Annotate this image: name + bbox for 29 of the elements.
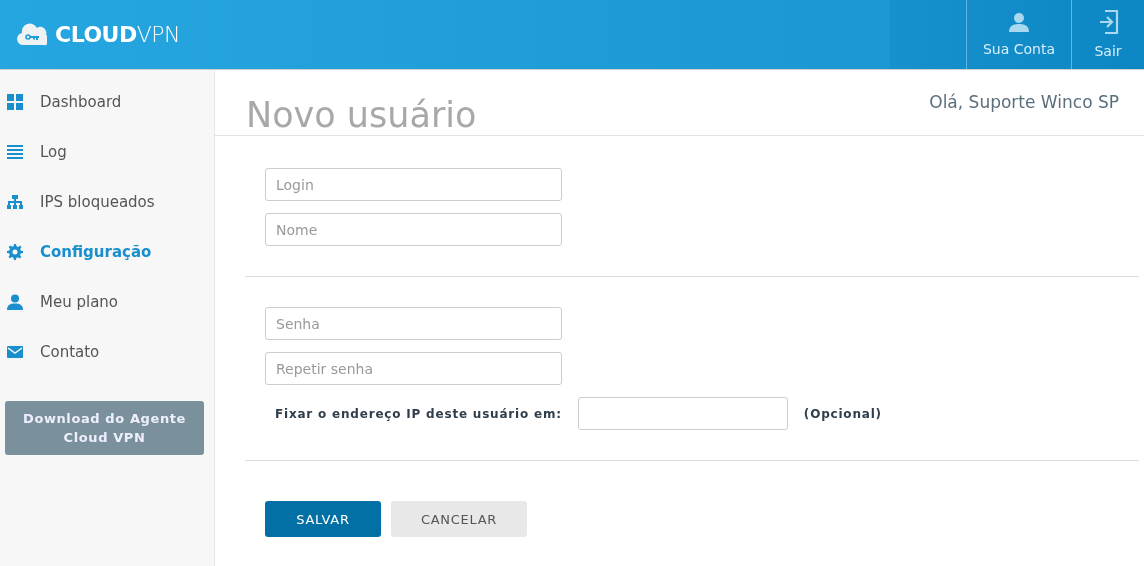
grid-icon (7, 94, 23, 110)
sidebar-item[interactable]: Dashboard (0, 77, 214, 127)
sidebar-item[interactable]: Meu plano (0, 277, 214, 327)
sidebar-item[interactable]: Contato (0, 327, 214, 377)
input-field[interactable]: Nome (265, 213, 562, 246)
save-button[interactable]: SALVAR (265, 501, 381, 537)
ip-label: Fixar o endereço IP deste usuário em: (275, 406, 562, 421)
sidebar-item[interactable]: Configuração (0, 227, 214, 277)
logout-button[interactable]: Sair (1071, 0, 1144, 69)
account-button[interactable]: Sua Conta (966, 0, 1071, 69)
person-icon (7, 294, 23, 310)
exit-icon (1097, 10, 1119, 34)
cloud-key-icon (17, 22, 47, 47)
sidebar-item[interactable]: Log (0, 127, 214, 177)
envelope-icon (7, 344, 23, 360)
password-field[interactable]: Repetir senha (265, 352, 562, 385)
person-icon (1009, 12, 1029, 32)
password-field[interactable]: Senha (265, 307, 562, 340)
cancel-button[interactable]: CANCELAR (391, 501, 527, 537)
sitemap-icon (7, 194, 23, 210)
logo-text: CLOUDVPN (55, 22, 180, 47)
sidebar-item[interactable]: IPS bloqueados (0, 177, 214, 227)
list-icon (7, 144, 23, 160)
optional-note: (Opcional) (803, 406, 882, 421)
greeting-text: Olá, Suporte Winco SP (929, 92, 1119, 114)
gear-icon (7, 244, 23, 260)
page-title: Novo usuário (246, 95, 477, 135)
input-field[interactable]: Login (265, 168, 562, 201)
ip-address-field[interactable] (577, 397, 788, 430)
